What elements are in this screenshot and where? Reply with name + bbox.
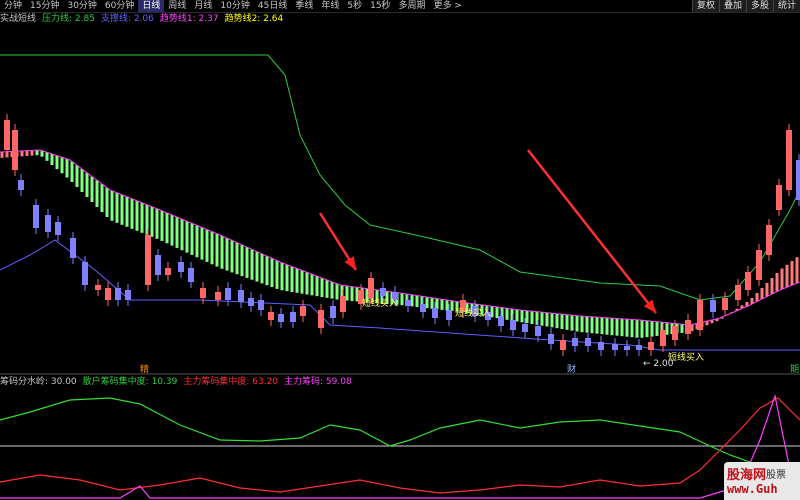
candle xyxy=(278,314,284,322)
candle xyxy=(115,288,121,300)
candle xyxy=(405,300,411,306)
candle xyxy=(165,268,171,275)
arrowhead xyxy=(344,256,356,270)
low-price-label: ← 2.00 xyxy=(643,359,674,369)
candle xyxy=(710,300,716,312)
candle xyxy=(290,312,296,322)
candle xyxy=(268,312,274,320)
candle xyxy=(145,235,151,285)
candle xyxy=(55,222,61,235)
candle xyxy=(766,225,772,255)
candle xyxy=(12,130,18,170)
candle xyxy=(660,330,666,346)
candle xyxy=(215,292,221,300)
candle xyxy=(776,185,782,210)
candle xyxy=(560,340,566,350)
watermark-line2: www.Guh xyxy=(727,482,778,496)
candle xyxy=(238,290,244,302)
candle xyxy=(745,272,751,290)
signal-arrow xyxy=(527,149,657,314)
candle xyxy=(612,344,618,350)
candle xyxy=(4,120,10,150)
candle xyxy=(380,288,386,296)
candle xyxy=(330,306,336,318)
candle xyxy=(82,262,88,285)
watermark-line1b: 股票 xyxy=(766,470,786,481)
pressure-line xyxy=(0,54,800,301)
candle xyxy=(510,320,516,330)
candle xyxy=(697,300,703,330)
date-marker: 财 xyxy=(567,363,576,375)
candle xyxy=(420,304,426,312)
candle xyxy=(585,338,591,346)
candle xyxy=(318,310,324,328)
candle xyxy=(624,346,630,350)
date-marker: 精 xyxy=(140,363,149,375)
sub-indicator-legend: 筹码分水岭: 30.00 散户筹码集中度: 10.39 主力筹码集中度: 63.2… xyxy=(0,376,352,388)
candle xyxy=(722,298,728,310)
candle xyxy=(340,296,346,312)
retail-concentration-line xyxy=(0,397,800,483)
candle xyxy=(200,288,206,298)
candle xyxy=(432,308,438,318)
price-chart[interactable]: 短线买入短线买入短线买入← 2.00精财期 xyxy=(0,0,800,500)
candle xyxy=(300,306,306,316)
candle xyxy=(572,338,578,346)
sub-legend-title: 筹码分水岭: 30.00 xyxy=(0,377,77,387)
candle xyxy=(648,342,654,350)
candle xyxy=(70,238,76,258)
candle xyxy=(796,160,800,200)
legend-item: 主力筹码集中度: 63.20 xyxy=(183,377,279,387)
candle xyxy=(248,298,254,306)
candle xyxy=(756,250,762,280)
candle xyxy=(95,285,101,290)
candle xyxy=(598,342,604,350)
candle xyxy=(636,345,642,350)
watermark-line1: 股海网 xyxy=(727,468,767,483)
buy-signal-label: 短线买入 xyxy=(362,297,398,309)
candle xyxy=(125,290,131,300)
candle xyxy=(368,278,374,298)
candle xyxy=(18,180,24,190)
candle xyxy=(155,255,161,275)
candle xyxy=(33,205,39,228)
candle xyxy=(45,215,51,232)
candle xyxy=(735,285,741,300)
candle xyxy=(105,288,111,300)
candle xyxy=(225,288,231,300)
candle xyxy=(188,268,194,282)
candle xyxy=(685,320,691,334)
candle xyxy=(786,130,792,190)
legend-item: 主力筹码: 59.08 xyxy=(284,377,352,387)
candle xyxy=(548,334,554,344)
candle xyxy=(535,326,541,336)
watermark-logo: 股海网 股票 www.Guh xyxy=(724,462,800,500)
candle xyxy=(522,324,528,332)
candle xyxy=(258,300,264,310)
date-marker: 期 xyxy=(790,364,799,375)
buy-signal-label: 短线买入 xyxy=(455,307,491,319)
candle xyxy=(446,310,452,320)
candle xyxy=(178,262,184,272)
candle xyxy=(498,316,504,326)
legend-item: 散户筹码集中度: 10.39 xyxy=(82,377,178,387)
candle xyxy=(672,326,678,340)
